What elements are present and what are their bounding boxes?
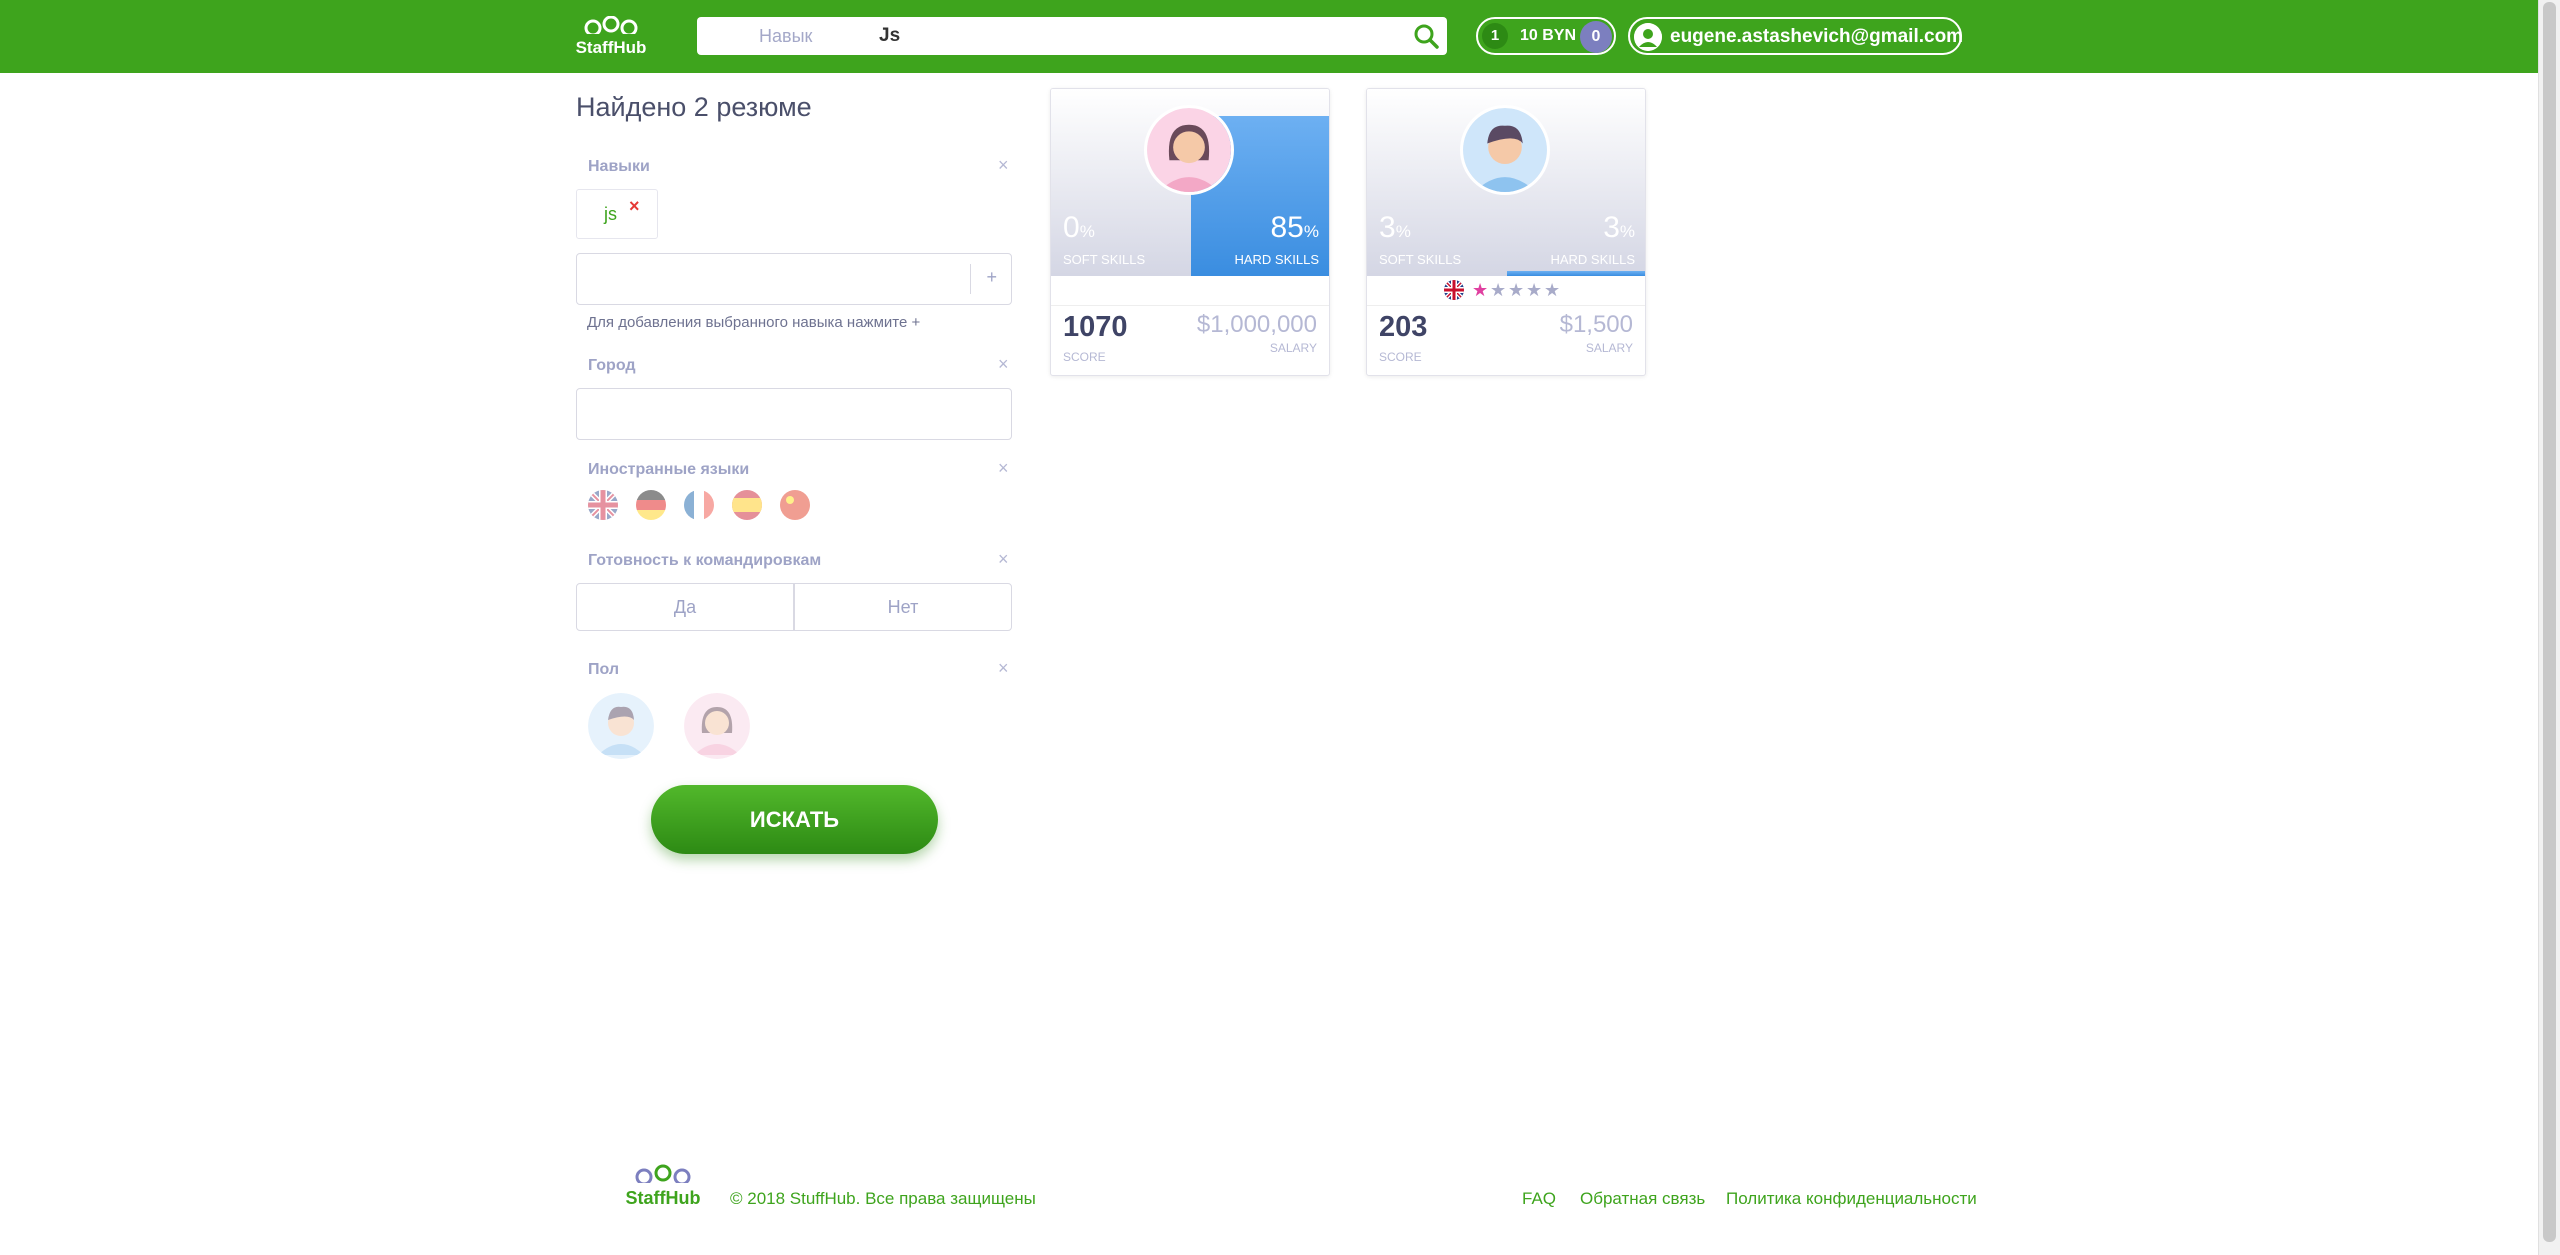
skills-panel: 3% 3% SOFT SKILLS HARD SKILLS (1367, 89, 1645, 276)
gender-filter-label: Пол (588, 661, 620, 678)
skills-filter-label: Навыки (588, 158, 650, 175)
female-avatar-icon[interactable] (684, 693, 750, 759)
logo-heads-icon (633, 1164, 693, 1188)
soft-skills-label: SOFT SKILLS (1063, 252, 1146, 267)
skills-filter-close-icon[interactable]: × (998, 156, 1009, 174)
footer-link-faq[interactable]: FAQ (1522, 1189, 1556, 1209)
soft-skills-percent: 0% (1063, 211, 1095, 244)
results-count-title: Найдено 2 резюме (576, 92, 812, 122)
skill-chip: js × (576, 189, 658, 239)
input-divider (970, 264, 971, 294)
skill-add-input[interactable]: + (576, 253, 1012, 305)
gender-filter-close-icon[interactable]: × (998, 659, 1009, 677)
female-avatar-icon (1144, 105, 1234, 195)
card-divider (1367, 305, 1645, 306)
language-rating: ★ ★ ★ ★ ★ (1367, 279, 1645, 303)
rating-star: ★ (1526, 280, 1542, 301)
uk-flag-rating-icon: ★ ★ ★ ★ ★ (1444, 280, 1560, 301)
user-email: eugene.astashevich@gmail.com (1670, 26, 1964, 47)
skills-panel: 0% 85% SOFT SKILLS HARD SKILLS (1051, 89, 1329, 276)
card-salary: $1,500 (1559, 311, 1633, 338)
resume-card[interactable]: 3% 3% SOFT SKILLS HARD SKILLS ★ ★ ★ ★ ★ 203 … (1366, 88, 1646, 376)
score-label: SCORE (1063, 350, 1106, 364)
card-divider (1051, 305, 1329, 306)
card-score: 1070 (1063, 311, 1128, 343)
rating-star: ★ (1544, 280, 1560, 301)
germany-flag-icon[interactable] (636, 490, 666, 520)
scrollbar-thumb[interactable] (2543, 2, 2556, 1242)
china-flag-icon[interactable] (780, 490, 810, 520)
hard-skills-percent: 85% (1270, 211, 1320, 244)
balance-widget[interactable]: 1 10 BYN 0 (1476, 17, 1616, 55)
user-avatar-icon (1634, 23, 1662, 51)
uk-flag-icon[interactable] (588, 490, 618, 520)
male-avatar-icon[interactable] (588, 693, 654, 759)
soft-skills-label: SOFT SKILLS (1379, 252, 1462, 267)
travel-filter-close-icon[interactable]: × (998, 550, 1009, 568)
search-icon[interactable] (1413, 23, 1439, 49)
soft-skills-percent: 3% (1379, 211, 1411, 244)
remove-skill-icon[interactable]: × (629, 196, 640, 217)
footer-logo-text: StaffHub (625, 1188, 701, 1208)
spain-flag-icon[interactable] (732, 490, 762, 520)
page-scrollbar[interactable] (2538, 0, 2560, 1255)
search-submit-button[interactable]: ИСКАТЬ (651, 785, 938, 854)
footer-link-privacy[interactable]: Политика конфиденциальности (1726, 1189, 1977, 1209)
hard-skills-label: HARD SKILLS (1550, 252, 1635, 267)
score-label: SCORE (1379, 350, 1422, 364)
travel-filter-label: Готовность к командировкам (588, 552, 822, 569)
user-menu-button[interactable]: eugene.astashevich@gmail.com (1628, 17, 1964, 55)
rating-star: ★ (1490, 280, 1506, 301)
search-bar[interactable]: Навык Js (697, 17, 1447, 55)
footer-link-feedback[interactable]: Обратная связь (1580, 1189, 1705, 1209)
hard-skills-bar (1507, 271, 1645, 276)
resume-card[interactable]: 0% 85% SOFT SKILLS HARD SKILLS 1070 SCOR… (1050, 88, 1330, 376)
city-input[interactable] (576, 388, 1012, 440)
notification-count[interactable]: 0 (1580, 21, 1612, 53)
city-filter-close-icon[interactable]: × (998, 355, 1009, 373)
balance-amount: 10 BYN (1520, 27, 1577, 44)
city-filter-label: Город (588, 357, 636, 374)
logo-heads-icon (583, 16, 639, 40)
skills-hint: Для добавления выбранного навыка нажмите… (587, 314, 921, 331)
travel-yes-button[interactable]: Да (576, 583, 794, 631)
france-flag-icon[interactable] (684, 490, 714, 520)
rating-star: ★ (1472, 280, 1488, 301)
footer-logo[interactable]: StaffHub (624, 1160, 702, 1210)
salary-label: SALARY (1585, 341, 1633, 355)
skill-chip-label: js (604, 204, 617, 224)
search-category[interactable]: Навык (759, 26, 812, 47)
balance-badge: 1 (1482, 23, 1508, 49)
hard-skills-percent: 3% (1603, 211, 1635, 244)
salary-label: SALARY (1269, 341, 1317, 355)
top-header: StaffHub Навык Js 1 10 BYN 0 eugene.asta… (0, 0, 2538, 73)
travel-no-button[interactable]: Нет (794, 583, 1012, 631)
card-salary: $1,000,000 (1196, 311, 1317, 338)
logo-text: StaffHub (575, 38, 647, 57)
footer-copyright: © 2018 StuffHub. Все права защищены (730, 1189, 1036, 1208)
male-avatar-icon (1460, 105, 1550, 195)
languages-filter-label: Иностранные языки (588, 461, 750, 478)
rating-star: ★ (1508, 280, 1524, 301)
languages-filter-close-icon[interactable]: × (998, 459, 1009, 477)
search-input[interactable]: Js (879, 25, 900, 47)
card-score: 203 (1379, 311, 1428, 343)
hard-skills-label: HARD SKILLS (1234, 252, 1319, 267)
travel-toggle: Да Нет (576, 583, 1012, 631)
staffhub-logo[interactable]: StaffHub (575, 14, 647, 60)
add-skill-button[interactable]: + (986, 267, 997, 288)
